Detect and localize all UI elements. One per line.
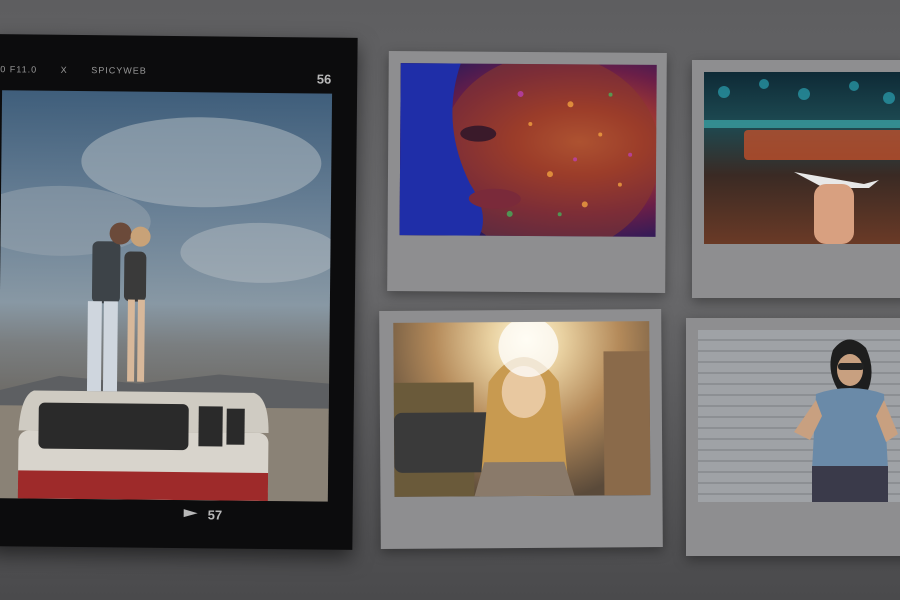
toy-plane-photo xyxy=(704,72,900,244)
brand-label: SPICYWEB xyxy=(91,65,147,76)
film-arrow-icon xyxy=(183,509,198,518)
frame-number-bottom: 57 xyxy=(207,507,223,523)
exposure-label: 0 F11.0 xyxy=(0,64,38,75)
sunlit-woman-photo xyxy=(393,321,651,497)
polaroid-sunlit-woman xyxy=(379,309,663,549)
polaroid-powder-face xyxy=(387,51,667,293)
couple-on-van-photo xyxy=(0,90,333,502)
film-metadata: 0 F11.0 X SPICYWEB xyxy=(0,64,167,76)
photo-collage: 0 F11.0 X SPICYWEB 56 57 xyxy=(0,0,900,600)
powder-face-photo xyxy=(399,63,657,237)
frame-number-top: 56 xyxy=(316,71,332,87)
woman-sunglasses-photo xyxy=(698,330,900,502)
separator-label: X xyxy=(60,64,68,75)
polaroid-toy-plane xyxy=(692,60,900,298)
film-frame: 0 F11.0 X SPICYWEB 56 57 xyxy=(0,34,358,550)
polaroid-woman-sunglasses xyxy=(686,318,900,556)
